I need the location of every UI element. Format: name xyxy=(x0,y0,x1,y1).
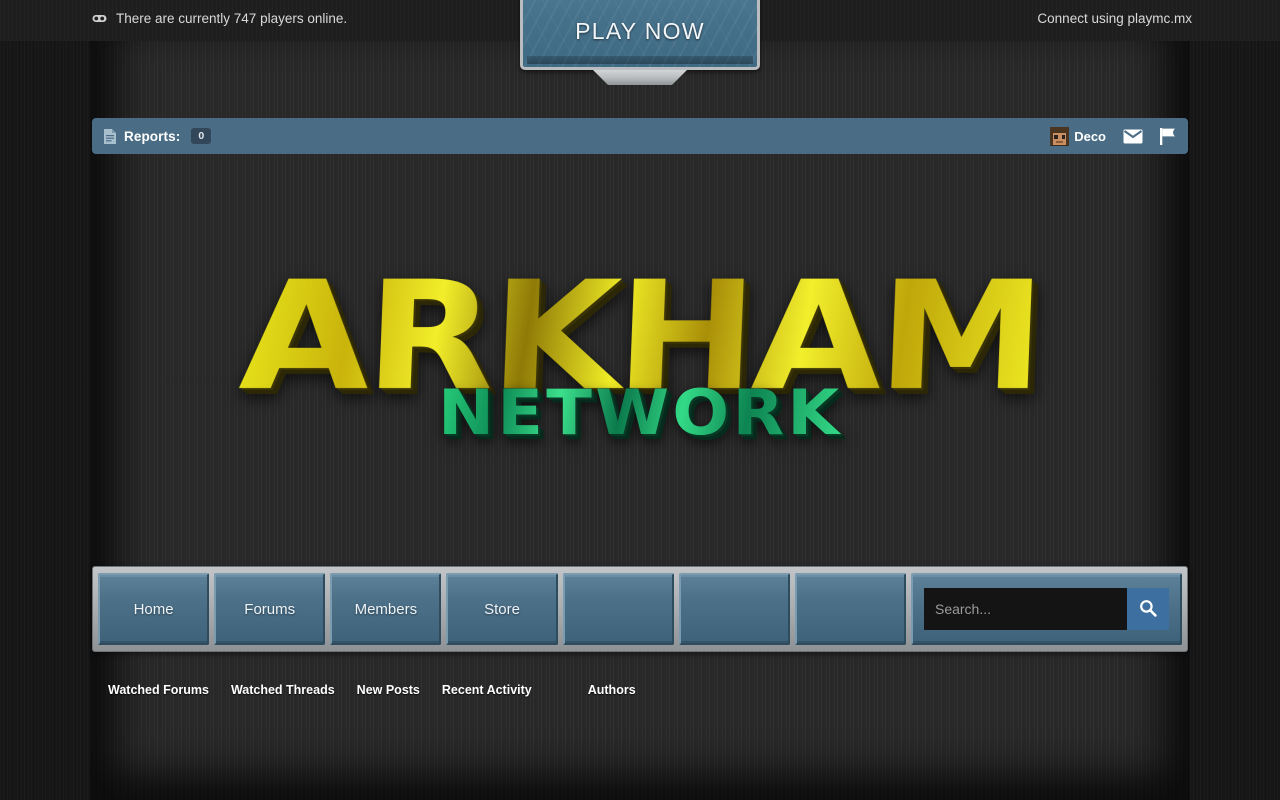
search-button[interactable] xyxy=(1126,588,1169,630)
user-actions-group: Deco xyxy=(1050,126,1176,146)
reports-label: Reports: xyxy=(124,128,181,144)
nav-item-home[interactable]: Home xyxy=(98,573,210,645)
search-input[interactable] xyxy=(923,588,1127,630)
reports-bar: Reports: 0 Deco xyxy=(92,118,1188,154)
play-now-tab-notch xyxy=(593,70,687,85)
avatar xyxy=(1050,126,1070,146)
nav-item-forums[interactable]: Forums xyxy=(214,573,326,645)
subnav-item-new-posts[interactable]: New Posts xyxy=(357,683,420,697)
controller-icon xyxy=(92,13,107,24)
main-navigation: Home Forums Members Store xyxy=(92,566,1188,652)
nav-label: Home xyxy=(133,600,174,618)
document-icon xyxy=(103,128,117,145)
user-menu[interactable]: Deco xyxy=(1050,126,1106,146)
reports-count-badge: 0 xyxy=(191,127,212,145)
play-now-container: PLAY NOW xyxy=(520,0,760,85)
flag-icon[interactable] xyxy=(1160,127,1176,145)
search-icon xyxy=(1139,599,1157,620)
connect-address-text: Connect using playmc.mx xyxy=(1037,11,1192,26)
nav-item-empty-1[interactable] xyxy=(562,573,674,645)
nav-item-members[interactable]: Members xyxy=(330,573,442,645)
subnav-item-watched-forums[interactable]: Watched Forums xyxy=(108,683,209,697)
play-now-button[interactable]: PLAY NOW xyxy=(520,0,760,70)
players-online-status: There are currently 747 players online. xyxy=(92,11,347,26)
nav-item-empty-2[interactable] xyxy=(678,573,790,645)
nav-label: Forums xyxy=(244,600,296,618)
subnav-item-recent-activity[interactable]: Recent Activity xyxy=(442,683,532,697)
nav-label: Members xyxy=(354,600,418,618)
play-now-label: PLAY NOW xyxy=(575,18,705,44)
page-root: There are currently 747 players online. … xyxy=(0,0,1280,800)
sub-navigation: Watched Forums Watched Threads New Posts… xyxy=(108,683,658,697)
nav-item-store[interactable]: Store xyxy=(446,573,558,645)
subnav-item-watched-threads[interactable]: Watched Threads xyxy=(231,683,335,697)
username-label: Deco xyxy=(1074,128,1106,144)
players-online-text: There are currently 747 players online. xyxy=(116,11,348,26)
nav-label: Store xyxy=(484,600,520,618)
subnav-item-authors[interactable]: Authors xyxy=(588,683,636,697)
search-cell xyxy=(910,573,1182,645)
search-form xyxy=(923,588,1169,630)
envelope-icon[interactable] xyxy=(1123,129,1143,144)
reports-group[interactable]: Reports: 0 xyxy=(103,127,212,145)
nav-item-empty-3[interactable] xyxy=(794,573,906,645)
